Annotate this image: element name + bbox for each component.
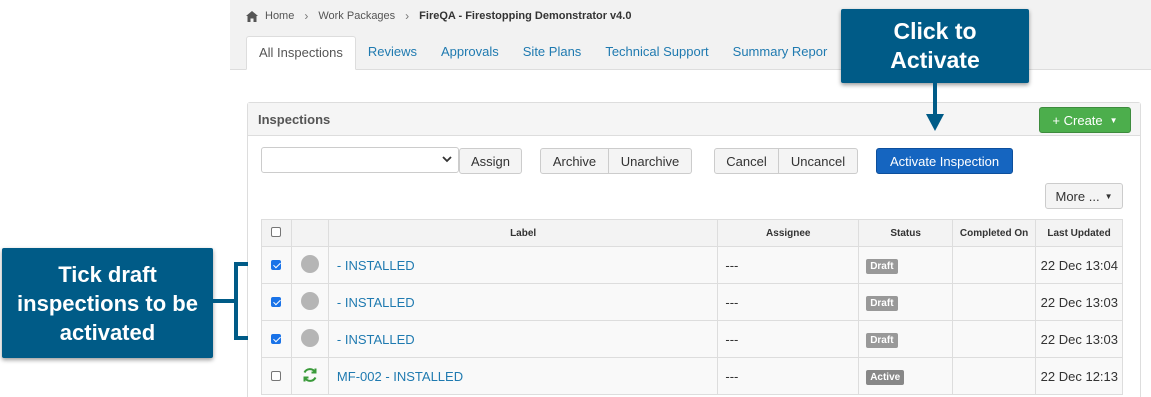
table-row[interactable]: MF-002 - INSTALLED --- Active 22 Dec 12:… [261, 357, 1123, 395]
arrow-down-icon [926, 114, 944, 131]
row-checkbox[interactable] [271, 370, 282, 381]
status-badge: Draft [866, 258, 898, 274]
sync-icon [303, 367, 317, 382]
status-badge: Active [866, 369, 905, 385]
unarchive-button[interactable]: Unarchive [609, 148, 692, 174]
tick-callout: Tick draft inspections to be activated [2, 248, 213, 358]
completed-on-cell [952, 320, 1037, 358]
draft-status-icon [300, 328, 319, 347]
column-header-label[interactable]: Label [327, 219, 719, 247]
completed-on-cell [952, 357, 1037, 395]
callout-bracket-connector [213, 299, 237, 303]
draft-status-icon [300, 254, 319, 273]
tab-reviews[interactable]: Reviews [356, 36, 429, 70]
tab-technical-support[interactable]: Technical Support [593, 36, 720, 70]
breadcrumb-work-packages[interactable]: Work Packages [318, 10, 395, 22]
breadcrumb-home[interactable]: Home [265, 10, 294, 22]
last-updated-cell: 22 Dec 13:03 [1035, 320, 1123, 358]
assignee-cell: --- [717, 320, 860, 358]
tab-summary-reports[interactable]: Summary Repor [721, 36, 840, 70]
inspections-table: Label Assignee Status Completed On Last … [261, 219, 1123, 395]
activate-callout-line1: Click to [893, 18, 977, 44]
draft-status-icon [300, 291, 319, 310]
column-header-completed-on[interactable]: Completed On [952, 219, 1037, 247]
select-all-checkbox[interactable] [271, 226, 282, 237]
tick-callout-line2: inspections to be [17, 291, 198, 316]
assignee-cell: --- [717, 283, 860, 321]
tick-callout-line3: activated [59, 320, 156, 345]
tab-site-plans[interactable]: Site Plans [511, 36, 594, 70]
status-badge: Draft [866, 332, 898, 348]
completed-on-cell [952, 246, 1037, 284]
breadcrumb: Home › Work Packages › FireQA - Firestop… [246, 9, 631, 23]
last-updated-cell: 22 Dec 12:13 [1035, 357, 1123, 395]
chevron-down-icon [442, 156, 452, 163]
activate-callout: Click to Activate [841, 9, 1029, 83]
tab-all-inspections[interactable]: All Inspections [246, 36, 356, 70]
assignee-cell: --- [717, 246, 860, 284]
more-button-label: More ... [1055, 188, 1100, 204]
inspections-panel: Inspections + Create ▼ Assign Archive Un… [247, 102, 1141, 397]
column-header-last-updated[interactable]: Last Updated [1035, 219, 1123, 247]
assign-button[interactable]: Assign [459, 148, 522, 174]
create-button-label: + Create [1052, 112, 1103, 128]
icon-column-header [290, 219, 329, 247]
activate-callout-line2: Activate [890, 47, 980, 73]
table-row[interactable]: - INSTALLED --- Draft 22 Dec 13:04 [261, 246, 1123, 284]
caret-down-icon: ▼ [1104, 191, 1113, 201]
assignee-select[interactable] [261, 147, 459, 173]
table-row[interactable]: - INSTALLED --- Draft 22 Dec 13:03 [261, 283, 1123, 321]
table-row[interactable]: - INSTALLED --- Draft 22 Dec 13:03 [261, 320, 1123, 358]
chevron-right-icon: › [304, 9, 309, 23]
inspection-label-link[interactable]: - INSTALLED [329, 332, 415, 347]
more-button[interactable]: More ... ▼ [1045, 183, 1123, 209]
create-button[interactable]: + Create ▼ [1039, 107, 1131, 133]
archive-button[interactable]: Archive [540, 148, 609, 174]
last-updated-cell: 22 Dec 13:04 [1035, 246, 1123, 284]
cancel-button[interactable]: Cancel [714, 148, 779, 174]
breadcrumb-current: FireQA - Firestopping Demonstrator v4.0 [419, 10, 632, 22]
last-updated-cell: 22 Dec 13:03 [1035, 283, 1123, 321]
inspection-label-link[interactable]: MF-002 - INSTALLED [329, 369, 463, 384]
caret-down-icon: ▼ [1109, 115, 1118, 125]
tab-approvals[interactable]: Approvals [429, 36, 511, 70]
assignee-cell: --- [717, 357, 860, 395]
inspection-label-link[interactable]: - INSTALLED [329, 258, 415, 273]
tick-callout-line1: Tick draft [58, 262, 157, 287]
status-badge: Draft [866, 295, 898, 311]
table-header-row: Label Assignee Status Completed On Last … [261, 219, 1123, 247]
completed-on-cell [952, 283, 1037, 321]
inspection-label-link[interactable]: - INSTALLED [329, 295, 415, 310]
home-icon[interactable] [246, 10, 258, 22]
panel-title: Inspections [258, 112, 331, 127]
panel-header: Inspections + Create ▼ [248, 103, 1140, 136]
column-header-assignee[interactable]: Assignee [717, 219, 860, 247]
row-checkbox[interactable] [271, 296, 282, 307]
activate-inspection-button[interactable]: Activate Inspection [876, 148, 1013, 174]
uncancel-button[interactable]: Uncancel [779, 148, 858, 174]
row-checkbox[interactable] [271, 333, 282, 344]
column-header-status[interactable]: Status [858, 219, 954, 247]
chevron-right-icon: › [405, 9, 410, 23]
row-checkbox[interactable] [271, 259, 282, 270]
